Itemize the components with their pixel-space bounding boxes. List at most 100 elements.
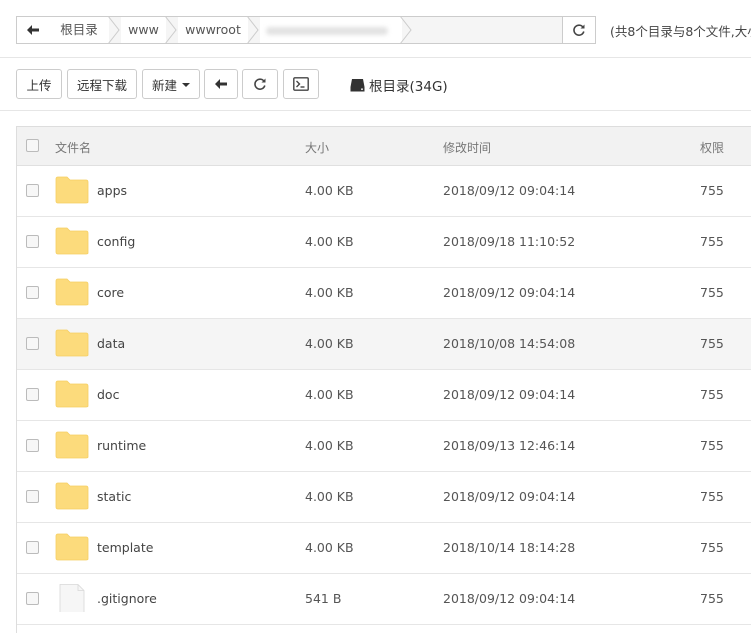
upload-button[interactable]: 上传 [16,69,62,99]
path-refresh-button[interactable] [562,17,595,43]
file-permission[interactable]: 755 [700,234,724,249]
file-modified-time: 2018/09/18 11:10:52 [443,234,576,249]
file-modified-time: 2018/09/12 09:04:14 [443,387,576,402]
disk-info-label: 根目录(34G) [369,79,448,95]
file-permission[interactable]: 755 [700,591,724,606]
column-header-size[interactable]: 大小 [305,139,329,156]
breadcrumb-separator [164,16,177,44]
file-permission[interactable]: 755 [700,540,724,555]
breadcrumb-separator [107,16,120,44]
column-header-modified[interactable]: 修改时间 [443,139,491,156]
directory-summary: (共8个目录与8个文件,大小 [610,24,751,39]
file-table: 文件名 大小 修改时间 权限 apps 4.00 KB 2018/09/12 09:… [16,126,751,633]
file-permission[interactable]: 755 [700,387,724,402]
table-header: 文件名 大小 修改时间 权限 [17,127,751,166]
file-modified-time: 2018/09/12 09:04:14 [443,591,576,606]
column-header-permission[interactable]: 权限 [700,139,724,156]
file-size: 541 B [305,591,342,606]
new-label: 新建 [151,77,177,93]
file-permission[interactable]: 755 [700,438,724,453]
file-size: 4.00 KB [305,438,354,453]
file-name[interactable]: data [97,336,125,351]
file-name[interactable]: config [97,234,135,249]
file-permission[interactable]: 755 [700,183,724,198]
refresh-icon [254,78,266,90]
disk-info[interactable]: 根目录(34G) [350,75,448,95]
file-size: 4.00 KB [305,336,354,351]
file-name[interactable]: apps [97,183,127,198]
row-checkbox[interactable] [26,388,39,401]
terminal-button[interactable] [283,69,319,99]
row-checkbox[interactable] [26,439,39,452]
folder-icon[interactable] [55,176,89,204]
file-name[interactable]: .gitignore [97,591,157,606]
file-modified-time: 2018/09/13 12:46:14 [443,438,576,453]
table-row[interactable]: .gitignore 541 B 2018/09/12 09:04:14 755 [17,574,751,625]
file-size: 4.00 KB [305,387,354,402]
row-checkbox[interactable] [26,184,39,197]
breadcrumb-item-current[interactable]: redacted-folder [260,17,402,43]
caret-down-icon [182,83,190,87]
back-button[interactable] [204,69,238,99]
back-arrow-icon [215,79,227,89]
row-checkbox[interactable] [26,337,39,350]
table-row[interactable]: template 4.00 KB 2018/10/14 18:14:28 755 [17,523,751,574]
file-size: 4.00 KB [305,285,354,300]
file-modified-time: 2018/09/12 09:04:14 [443,183,576,198]
file-modified-time: 2018/10/08 14:54:08 [443,336,576,351]
path-bar: 根目录 www wwwroot redacted-folder [16,16,596,44]
table-row[interactable]: config 4.00 KB 2018/09/18 11:10:52 755 [17,217,751,268]
breadcrumb-item-www[interactable]: www [121,17,166,43]
row-checkbox[interactable] [26,541,39,554]
file-modified-time: 2018/10/14 18:14:28 [443,540,576,555]
file-name[interactable]: static [97,489,131,504]
file-size: 4.00 KB [305,183,354,198]
remote-download-label: 远程下载 [76,77,127,93]
file-icon[interactable] [55,584,89,614]
folder-icon[interactable] [55,431,89,459]
table-row[interactable]: apps 4.00 KB 2018/09/12 09:04:14 755 [17,166,751,217]
file-modified-time: 2018/09/12 09:04:14 [443,285,576,300]
file-name[interactable]: runtime [97,438,146,453]
upload-label: 上传 [26,77,52,93]
breadcrumb-item-root[interactable]: 根目录 [49,17,109,43]
file-size: 4.00 KB [305,234,354,249]
row-checkbox[interactable] [26,592,39,605]
folder-icon[interactable] [55,380,89,408]
back-arrow-icon [27,25,39,35]
row-checkbox[interactable] [26,286,39,299]
terminal-icon [293,77,309,91]
hard-drive-icon [350,79,365,92]
divider [0,110,751,111]
folder-icon[interactable] [55,329,89,357]
table-row[interactable]: static 4.00 KB 2018/09/12 09:04:14 755 [17,472,751,523]
file-name[interactable]: template [97,540,153,555]
new-dropdown-button[interactable]: 新建 [142,69,200,99]
row-checkbox[interactable] [26,490,39,503]
file-size: 4.00 KB [305,489,354,504]
divider [0,57,751,58]
folder-icon[interactable] [55,482,89,510]
breadcrumb-item-wwwroot[interactable]: wwwroot [178,17,248,43]
folder-icon[interactable] [55,533,89,561]
table-row[interactable]: runtime 4.00 KB 2018/09/13 12:46:14 755 [17,421,751,472]
breadcrumb-separator [399,16,412,44]
file-permission[interactable]: 755 [700,336,724,351]
select-all-checkbox[interactable] [26,139,39,152]
table-row[interactable]: core 4.00 KB 2018/09/12 09:04:14 755 [17,268,751,319]
file-modified-time: 2018/09/12 09:04:14 [443,489,576,504]
column-header-name[interactable]: 文件名 [55,139,91,156]
file-permission[interactable]: 755 [700,489,724,504]
file-name[interactable]: doc [97,387,119,402]
table-row[interactable]: data 4.00 KB 2018/10/08 14:54:08 755 [17,319,751,370]
remote-download-button[interactable]: 远程下载 [67,69,137,99]
refresh-icon [573,24,585,36]
refresh-button[interactable] [242,69,278,99]
file-name[interactable]: core [97,285,124,300]
row-checkbox[interactable] [26,235,39,248]
file-permission[interactable]: 755 [700,285,724,300]
path-back-button[interactable] [17,17,50,43]
folder-icon[interactable] [55,227,89,255]
folder-icon[interactable] [55,278,89,306]
table-row[interactable]: doc 4.00 KB 2018/09/12 09:04:14 755 [17,370,751,421]
